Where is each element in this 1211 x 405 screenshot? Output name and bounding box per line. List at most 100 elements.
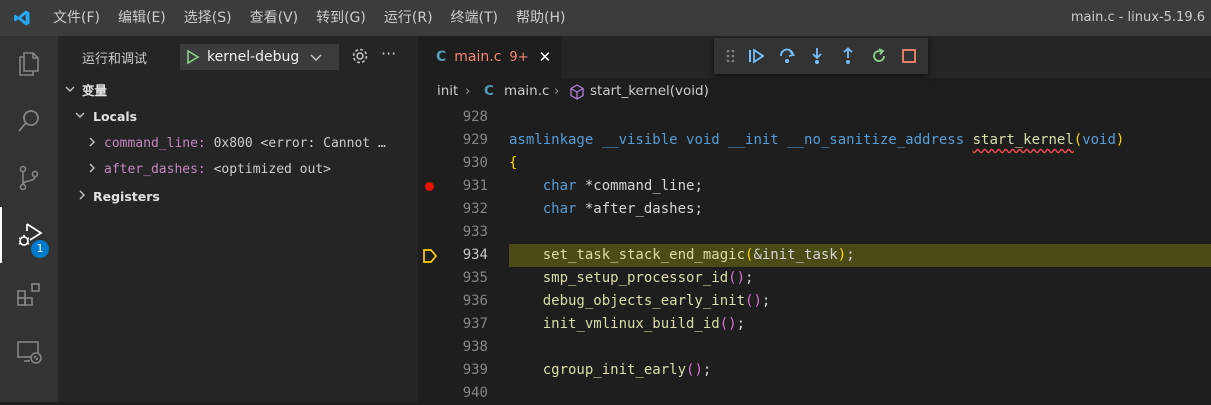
code-line: 931 char *command_line;	[418, 175, 1211, 198]
step-into-icon[interactable]	[808, 47, 826, 65]
variable-row[interactable]: after_dashes: <optimized out>	[58, 157, 418, 183]
code-text: init_vmlinux_build_id();	[542, 316, 746, 332]
code-text: debug_objects_early_init();	[542, 293, 771, 309]
launch-config-name: kernel-debug	[207, 49, 300, 65]
chevron-down-icon	[74, 104, 86, 130]
code-text: set_task_stack_end_magic(&init_task);	[542, 247, 855, 263]
line-number: 934	[462, 247, 488, 263]
sidebar-title: 运行和调试	[82, 52, 148, 67]
code-text: cgroup_init_early();	[542, 362, 712, 378]
code-text: char *command_line;	[542, 178, 703, 194]
close-icon[interactable]: ✕	[539, 48, 552, 66]
continue-icon[interactable]	[747, 47, 765, 65]
line-number: 939	[462, 362, 488, 378]
line-number: 935	[462, 270, 488, 286]
code-line: 937 init_vmlinux_build_id();	[418, 313, 1211, 336]
variable-entry: command_line: 0x800 <error: Cannot …	[104, 131, 386, 157]
code-view[interactable]: 928 929 asmlinkage __visible void __init…	[418, 106, 1211, 402]
breadcrumb-symbol[interactable]: start_kernel(void)	[590, 78, 709, 104]
variables-section-header[interactable]: 变量	[58, 78, 418, 104]
code-text: asmlinkage __visible void __init __no_sa…	[509, 132, 1125, 148]
menu-bar: 文件(F) 编辑(E) 选择(S) 查看(V) 转到(G) 运行(R) 终端(T…	[44, 0, 574, 36]
line-number: 937	[462, 316, 488, 332]
current-line: 934 set_task_stack_end_magic(&init_task)…	[418, 244, 1211, 267]
debug-sidebar: 运行和调试 kernel-debug ··· 变量 Locals command…	[58, 36, 418, 402]
menu-selection[interactable]: 选择(S)	[175, 0, 241, 36]
step-over-icon[interactable]	[778, 47, 796, 65]
code-line: 939 cgroup_init_early();	[418, 359, 1211, 382]
code-line: 936 debug_objects_early_init();	[418, 290, 1211, 313]
start-debug-icon[interactable]	[185, 49, 201, 65]
c-file-icon: C	[484, 83, 494, 99]
variable-row[interactable]: command_line: 0x800 <error: Cannot …	[58, 131, 418, 157]
variable-entry: after_dashes: <optimized out>	[104, 157, 331, 183]
line-number: 929	[462, 132, 488, 148]
line-number: 936	[462, 293, 488, 309]
code-line: 929 asmlinkage __visible void __init __n…	[418, 129, 1211, 152]
restart-icon[interactable]	[870, 47, 888, 65]
code-line: 933	[418, 221, 1211, 244]
line-number: 938	[462, 339, 488, 355]
registers-label: Registers	[93, 189, 160, 204]
code-line: 930 {	[418, 152, 1211, 175]
locals-scope[interactable]: Locals	[58, 104, 418, 130]
menu-view[interactable]: 查看(V)	[241, 0, 308, 36]
chevron-right-icon	[76, 184, 88, 210]
chevron-down-icon	[310, 54, 322, 61]
line-number: 930	[462, 155, 488, 171]
activity-bar: 1	[0, 36, 58, 402]
menu-run[interactable]: 运行(R)	[375, 0, 442, 36]
extensions-icon[interactable]	[0, 267, 58, 323]
breadcrumb-folder[interactable]: init	[437, 78, 458, 104]
run-and-debug-icon[interactable]: 1	[0, 207, 58, 263]
tab-main-c[interactable]: C main.c 9+ ✕	[418, 36, 561, 78]
gear-icon[interactable]	[350, 46, 370, 66]
chevron-right-icon: ›	[465, 83, 471, 99]
code-text: smp_setup_processor_id();	[542, 270, 754, 286]
variable-value: 0x800 <error: Cannot …	[213, 136, 386, 151]
menu-edit[interactable]: 编辑(E)	[109, 0, 175, 36]
menu-file[interactable]: 文件(F)	[44, 0, 109, 36]
vscode-logo-icon	[0, 0, 44, 36]
breadcrumb-file[interactable]: main.c	[504, 78, 549, 104]
menu-help[interactable]: 帮助(H)	[507, 0, 574, 36]
drag-handle-icon[interactable]	[722, 47, 740, 65]
source-control-icon[interactable]	[0, 150, 58, 206]
code-text: char *after_dashes;	[542, 201, 703, 217]
c-file-icon: C	[436, 49, 447, 65]
menu-go[interactable]: 转到(G)	[307, 0, 375, 36]
step-out-icon[interactable]	[839, 47, 857, 65]
line-number: 932	[462, 201, 488, 217]
variable-value: <optimized out>	[213, 162, 331, 177]
chevron-right-icon	[86, 131, 98, 157]
chevron-right-icon	[86, 157, 98, 183]
variables-label: 变量	[82, 83, 108, 98]
line-number: 931	[462, 178, 488, 194]
stop-icon[interactable]	[900, 47, 918, 65]
debug-toolbar	[714, 38, 928, 74]
code-line: 932 char *after_dashes;	[418, 198, 1211, 221]
more-actions-icon[interactable]: ···	[381, 44, 396, 63]
search-icon[interactable]	[0, 93, 58, 149]
code-line: 935 smp_setup_processor_id();	[418, 267, 1211, 290]
tab-label: main.c	[454, 49, 502, 65]
variable-name: command_line:	[104, 136, 206, 151]
code-line: 928	[418, 106, 1211, 129]
chevron-down-icon	[64, 78, 76, 104]
registers-scope[interactable]: Registers	[58, 184, 418, 210]
menu-terminal[interactable]: 终端(T)	[442, 0, 507, 36]
title-bar: 文件(F) 编辑(E) 选择(S) 查看(V) 转到(G) 运行(R) 终端(T…	[0, 0, 1211, 36]
remote-explorer-icon[interactable]	[0, 324, 58, 380]
line-number: 928	[462, 109, 488, 125]
code-line: 938	[418, 336, 1211, 359]
explorer-icon[interactable]	[0, 36, 58, 92]
launch-config-select[interactable]: kernel-debug	[180, 44, 339, 70]
window-title: main.c - linux-5.19.6	[1070, 10, 1205, 25]
breadcrumb: init › C main.c › start_kernel(void)	[418, 78, 1211, 104]
problems-count: 9+	[509, 49, 529, 65]
debug-badge: 1	[31, 240, 49, 258]
line-number: 933	[462, 224, 488, 240]
variable-name: after_dashes:	[104, 162, 206, 177]
sidebar-header: 运行和调试 kernel-debug ···	[58, 36, 418, 78]
locals-label: Locals	[93, 109, 138, 124]
